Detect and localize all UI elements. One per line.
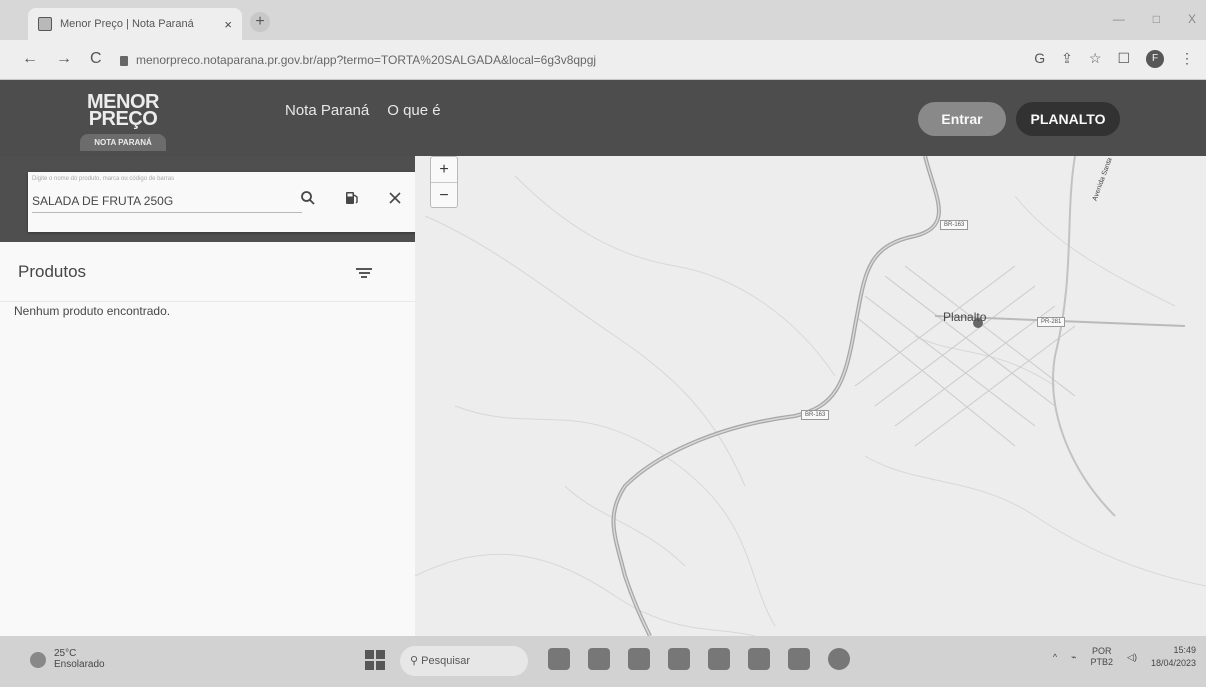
taskbar-search[interactable]: ⚲ Pesquisar	[400, 646, 528, 676]
empty-results-message: Nenhum produto encontrado.	[14, 304, 171, 318]
search-card: Digite o nome do produto, marca ou códig…	[28, 172, 426, 232]
tab-close-button[interactable]: ×	[224, 17, 232, 32]
language-indicator[interactable]: POR PTB2	[1091, 646, 1114, 668]
tab-title: Menor Preço | Nota Paraná	[60, 18, 194, 30]
lang-line-1: POR	[1092, 646, 1112, 656]
login-button[interactable]: Entrar	[918, 102, 1006, 136]
url-field[interactable]: menorpreco.notaparana.pr.gov.br/app?term…	[120, 48, 1020, 72]
back-button[interactable]: ←	[22, 50, 38, 68]
word-icon[interactable]	[748, 648, 770, 670]
volume-icon[interactable]: ◁)	[1127, 652, 1137, 663]
maximize-button[interactable]: □	[1153, 12, 1160, 26]
taskbar-apps	[548, 648, 850, 670]
taskbar-search-label: Pesquisar	[421, 655, 471, 667]
start-button[interactable]	[365, 650, 385, 670]
profile-avatar[interactable]: F	[1146, 50, 1164, 68]
new-tab-button[interactable]: +	[250, 12, 270, 32]
address-bar-row: ← → C menorpreco.notaparana.pr.gov.br/ap…	[0, 40, 1206, 80]
chrome-icon[interactable]	[828, 648, 850, 670]
sun-icon	[30, 652, 46, 668]
app-header: MENOR PREÇO NOTA PARANÁ Nota Paraná O qu…	[0, 80, 1206, 156]
excel-icon[interactable]	[788, 648, 810, 670]
system-tray: ^ ⌁ POR PTB2 ◁) 15:49 18/04/2023	[1053, 644, 1196, 670]
browser-nav: ← → C	[22, 50, 102, 68]
top-nav: Nota Paraná O que é	[285, 102, 441, 119]
reload-button[interactable]: C	[90, 50, 102, 68]
zoom-control: + −	[430, 156, 458, 208]
nav-item-o-que-e[interactable]: O que é	[387, 102, 440, 119]
search-input[interactable]: SALADA DE FRUTA 250G	[32, 194, 173, 208]
fuel-icon[interactable]	[344, 190, 360, 211]
search-icon: ⚲	[410, 655, 422, 667]
map-view[interactable]: + − Planalto BR-163 BR-163 PR-281 Avenid…	[415, 156, 1206, 636]
road-label-pr281: PR-281	[1037, 317, 1066, 327]
chevron-up-icon[interactable]: ^	[1053, 652, 1057, 662]
window-controls: — □ X	[1113, 12, 1196, 26]
windows-taskbar: 25°C Ensolarado ⚲ Pesquisar ^ ⌁ POR PTB2…	[0, 636, 1206, 687]
weather-temp: 25°C	[54, 648, 77, 659]
minimize-button[interactable]: —	[1113, 12, 1125, 26]
results-panel: Digite o nome do produto, marca ou códig…	[0, 156, 426, 636]
city-label: Planalto	[943, 310, 987, 324]
weather-widget[interactable]: 25°C Ensolarado	[30, 648, 105, 670]
weather-desc: Ensolarado	[54, 659, 105, 670]
clock[interactable]: 15:49 18/04/2023	[1151, 644, 1196, 670]
clock-date: 18/04/2023	[1150, 658, 1196, 668]
app-icon[interactable]	[708, 648, 730, 670]
filter-icon[interactable]	[356, 266, 372, 280]
logo-line-2: PREÇO	[88, 108, 158, 130]
road-label-br163-south: BR-163	[801, 410, 830, 420]
zoom-out-button[interactable]: −	[431, 182, 457, 207]
lock-icon	[120, 55, 128, 66]
browser-tab[interactable]: Menor Preço | Nota Paraná ×	[28, 8, 242, 40]
close-icon[interactable]	[388, 190, 402, 210]
url-text: menorpreco.notaparana.pr.gov.br/app?term…	[136, 53, 597, 67]
file-explorer-icon[interactable]	[588, 648, 610, 670]
clock-time: 15:49	[1173, 645, 1196, 655]
results-header: Produtos	[0, 256, 415, 302]
chat-icon[interactable]	[628, 648, 650, 670]
forward-button[interactable]: →	[56, 50, 72, 68]
browser-menu-icon[interactable]: ⋮	[1180, 50, 1194, 68]
browser-tab-bar: Menor Preço | Nota Paraná × + — □ X	[0, 0, 1206, 40]
share-icon[interactable]: ⇪	[1061, 50, 1073, 68]
favicon-icon	[38, 17, 52, 31]
search-underline	[32, 212, 302, 213]
network-icon[interactable]: ⌁	[1071, 652, 1076, 663]
results-title: Produtos	[18, 262, 87, 281]
map-canvas	[415, 156, 1206, 636]
road-label-br163-north: BR-163	[940, 220, 969, 230]
bookmark-star-icon[interactable]: ☆	[1089, 50, 1102, 68]
close-window-button[interactable]: X	[1188, 12, 1196, 26]
widgets-icon[interactable]	[548, 648, 570, 670]
logo-line-3: NOTA PARANÁ	[80, 134, 166, 151]
menor-preco-logo[interactable]: MENOR PREÇO NOTA PARANÁ	[80, 92, 166, 156]
side-panel-icon[interactable]: ☐	[1117, 50, 1130, 68]
store-icon[interactable]	[668, 648, 690, 670]
lang-line-2: PTB2	[1090, 657, 1114, 667]
search-hint: Digite o nome do produto, marca ou códig…	[32, 176, 175, 182]
nav-item-nota-parana[interactable]: Nota Paraná	[285, 102, 369, 119]
location-button[interactable]: PLANALTO	[1016, 102, 1120, 136]
search-icon[interactable]	[300, 190, 316, 211]
google-icon[interactable]: G	[1034, 50, 1045, 68]
browser-toolbar-icons: G ⇪ ☆ ☐ F ⋮	[1034, 50, 1194, 68]
zoom-in-button[interactable]: +	[431, 157, 457, 182]
